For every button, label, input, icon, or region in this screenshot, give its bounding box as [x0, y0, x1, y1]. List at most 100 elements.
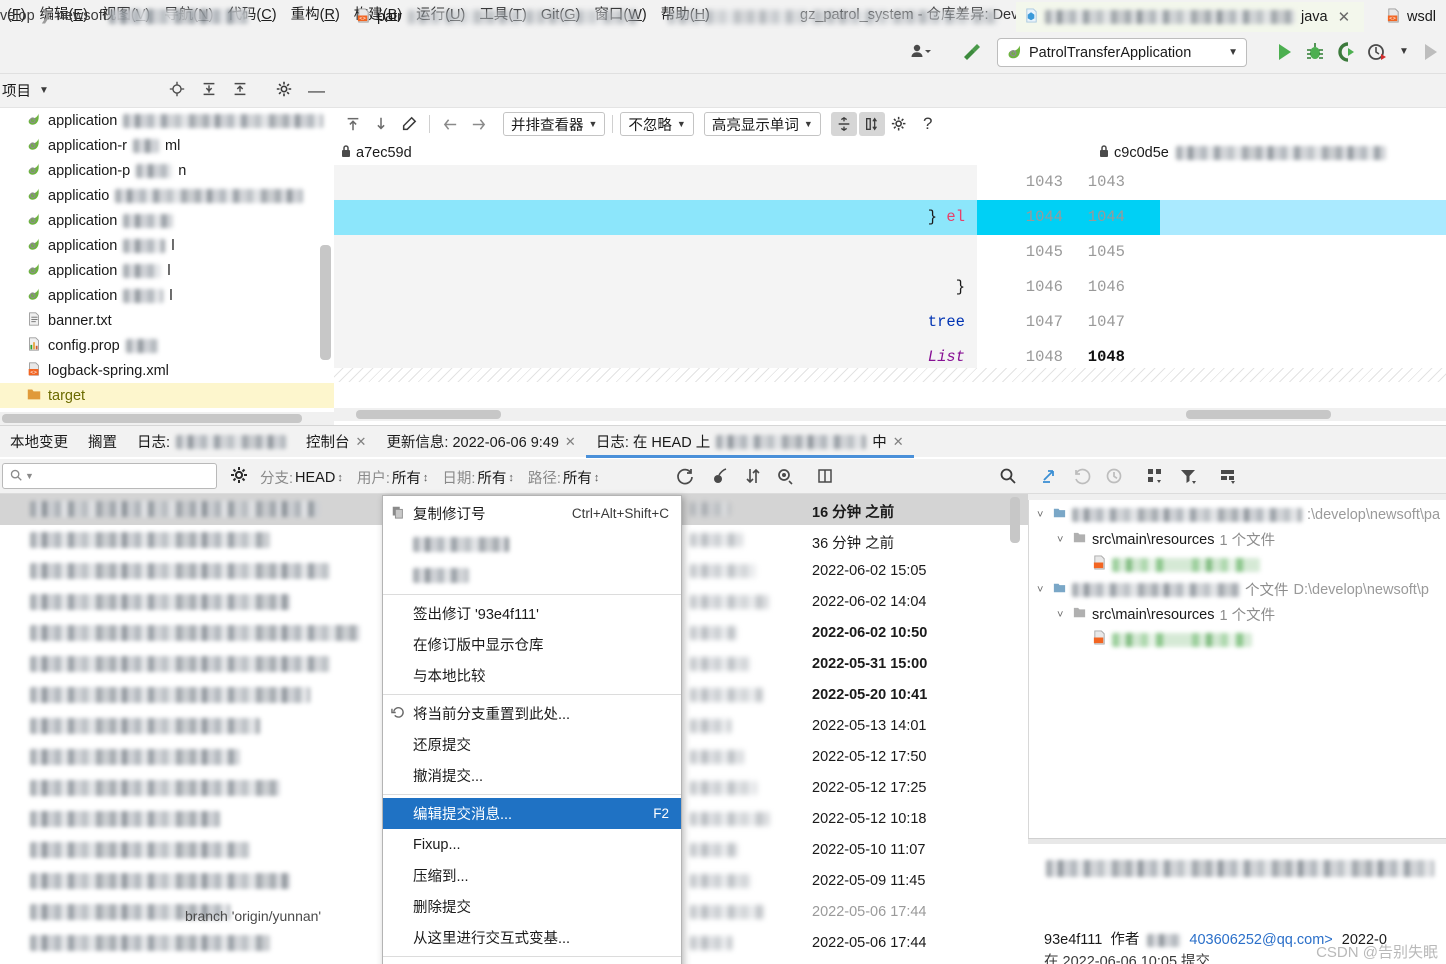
context-menu-item[interactable]: 在修订版中显示仓库 [383, 629, 681, 660]
diff-right-code-line[interactable] [1160, 200, 1446, 235]
bottom-tab-0[interactable]: 本地变更 [0, 426, 78, 458]
show-diff-icon[interactable] [775, 466, 795, 489]
context-menu-item[interactable]: 删除提交 [383, 891, 681, 922]
project-tree-item[interactable]: target [0, 383, 334, 408]
diff-left-code-line[interactable]: tree [334, 305, 977, 340]
bottom-tab-4[interactable]: 更新信息: 2022-06-06 9:49 ✕ [376, 426, 585, 458]
bottom-tab-3[interactable]: 控制台 ✕ [296, 426, 376, 458]
chevron-down-icon[interactable]: ▼ [25, 471, 34, 481]
changed-file-row[interactable]: ˅:\develop\newsoft\pa [1029, 502, 1446, 527]
bottom-tab-5[interactable]: 日志: 在 HEAD 上 中 ✕ [586, 426, 914, 458]
debug-icon[interactable] [1303, 40, 1327, 64]
context-menu-item[interactable]: 与本地比较 [383, 660, 681, 691]
align-columns-icon[interactable] [858, 112, 885, 136]
collapse-all-icon[interactable] [231, 80, 249, 101]
next-icon[interactable] [465, 112, 491, 136]
close-icon[interactable]: ✕ [893, 434, 904, 450]
project-tree-item[interactable]: banner.txt [0, 308, 334, 333]
next-difference-icon[interactable] [368, 112, 394, 136]
date-filter[interactable]: 日期: 所有 ↕ [442, 467, 514, 488]
breadcrumb-item-2[interactable]: newsoft [57, 8, 107, 24]
diff-left-code-line[interactable]: } [334, 270, 977, 305]
context-menu-item[interactable]: 复制修订号 Ctrl+Alt+Shift+C [383, 498, 681, 529]
collapse-unchanged-icon[interactable] [830, 112, 857, 136]
profiler-icon[interactable] [1365, 40, 1389, 64]
editor-tab-java[interactable]: java ✕ [1016, 2, 1364, 32]
help-icon[interactable]: ? [915, 112, 941, 136]
editor-tab-blurred-3[interactable] [660, 2, 1006, 32]
search-input[interactable]: ▼ [2, 463, 217, 489]
diff-left-code-line[interactable] [334, 165, 977, 200]
editor-tab-wsdl[interactable]: <> wsdl [1378, 2, 1444, 32]
ignore-policy-dropdown[interactable]: 不忽略 ▼ [620, 112, 694, 136]
close-icon[interactable]: ✕ [356, 434, 367, 450]
project-tree-item[interactable]: application-r ml [0, 133, 334, 158]
project-tree-item[interactable]: <> logback-spring.xml [0, 358, 334, 383]
context-menu-item[interactable]: Fixup... [383, 829, 681, 860]
path-filter[interactable]: 路径: 所有 ↕ [528, 467, 600, 488]
context-menu-item[interactable]: 编辑提交消息... F2 [383, 798, 681, 829]
chevron-down-icon[interactable]: ▼ [1392, 40, 1416, 64]
context-menu-item[interactable]: 从这里进行交互式变基... [383, 922, 681, 953]
context-menu-item[interactable]: 还原提交 [383, 729, 681, 760]
editor-tab-blurred-2[interactable] [530, 2, 646, 32]
search-icon[interactable] [998, 466, 1018, 489]
context-menu-item[interactable]: 撤消提交... [383, 760, 681, 791]
context-menu-item[interactable]: 将当前分支重置到此处... [383, 698, 681, 729]
project-tree-item[interactable]: application-p n [0, 158, 334, 183]
project-tree-item[interactable]: config.prop [0, 333, 334, 358]
changed-file-row[interactable]: ˅ src\main\resources 1 个文件 [1029, 527, 1446, 552]
menu-item-5[interactable]: 重构(R) [284, 0, 347, 31]
cherry-pick-icon[interactable] [710, 466, 730, 489]
chevron-down-icon[interactable]: ˅ [1037, 509, 1047, 521]
chevron-down-icon[interactable]: ▼ [39, 85, 49, 96]
commit-author-email[interactable]: 403606252@qq.com> [1189, 932, 1332, 948]
chevron-down-icon[interactable]: ˅ [1057, 609, 1067, 621]
layout-icon[interactable] [1218, 466, 1238, 489]
project-tree-item[interactable]: application [0, 208, 334, 233]
refresh-icon[interactable] [675, 466, 695, 489]
diff-fold-marker[interactable] [334, 368, 1446, 382]
project-tree-item[interactable]: application l [0, 233, 334, 258]
close-icon[interactable]: ✕ [1338, 8, 1351, 26]
settings-icon[interactable] [887, 112, 913, 136]
breadcrumb[interactable]: velop ❯ newsoft [0, 8, 249, 24]
editor-tab-patr[interactable]: <> patr [348, 2, 546, 32]
context-menu-item[interactable]: 签出修订 '93e4f111' [383, 598, 681, 629]
table-icon[interactable] [815, 466, 835, 489]
diff-left-hscroll[interactable] [356, 410, 501, 419]
project-file-tree[interactable]: application application-r ml application-p n… [0, 108, 334, 425]
run-configuration-selector[interactable]: PatrolTransferApplication ▼ [997, 38, 1247, 67]
build-hammer-icon[interactable] [960, 40, 984, 64]
project-tree-item[interactable]: application l [0, 258, 334, 283]
chevron-down-icon[interactable]: ˅ [1037, 584, 1047, 596]
hide-panel-icon[interactable]: — [308, 81, 325, 101]
viewer-mode-dropdown[interactable]: 并排查看器 ▼ [503, 112, 606, 136]
prev-difference-icon[interactable] [340, 112, 366, 136]
highlight-mode-dropdown[interactable]: 高亮显示单词 ▼ [703, 112, 821, 136]
context-menu-item[interactable]: 压缩到... [383, 860, 681, 891]
diff-left-code-line[interactable] [334, 235, 977, 270]
log-filters[interactable]: 分支: HEAD ↕ 用户: 所有 ↕ 日期: 所有 ↕ 路径: 所有 ↕ [260, 467, 599, 488]
run-with-coverage-icon[interactable] [1334, 40, 1358, 64]
changed-file-row[interactable]: ˅ src\main\resources 1 个文件 [1029, 602, 1446, 627]
chevron-down-icon[interactable]: ˅ [1057, 534, 1067, 546]
locate-icon[interactable] [168, 80, 186, 101]
edit-source-icon[interactable] [396, 112, 422, 136]
project-hscrollbar[interactable] [2, 414, 302, 423]
settings-icon[interactable] [275, 80, 293, 101]
commit-context-menu[interactable]: 复制修订号 Ctrl+Alt+Shift+C 签出修订 '93e4f111' 在修订版… [382, 495, 682, 964]
project-tree-item[interactable]: application [0, 108, 334, 133]
user-filter[interactable]: 用户: 所有 ↕ [357, 467, 429, 488]
chevron-down-icon[interactable]: ▼ [1228, 47, 1238, 58]
account-icon[interactable] [908, 40, 932, 64]
group-by-icon[interactable] [1145, 466, 1165, 489]
commit-log-scrollbar[interactable] [1010, 497, 1020, 543]
close-icon[interactable]: ✕ [565, 434, 576, 450]
project-tree-item[interactable]: application l [0, 283, 334, 308]
changed-file-row[interactable]: ˅ 个文件 D:\develop\newsoft\p [1029, 577, 1446, 602]
expand-all-icon[interactable] [200, 80, 218, 101]
diff-right-hscroll[interactable] [1186, 410, 1331, 419]
project-scrollbar[interactable] [320, 245, 331, 360]
changed-file-row[interactable] [1029, 552, 1446, 577]
